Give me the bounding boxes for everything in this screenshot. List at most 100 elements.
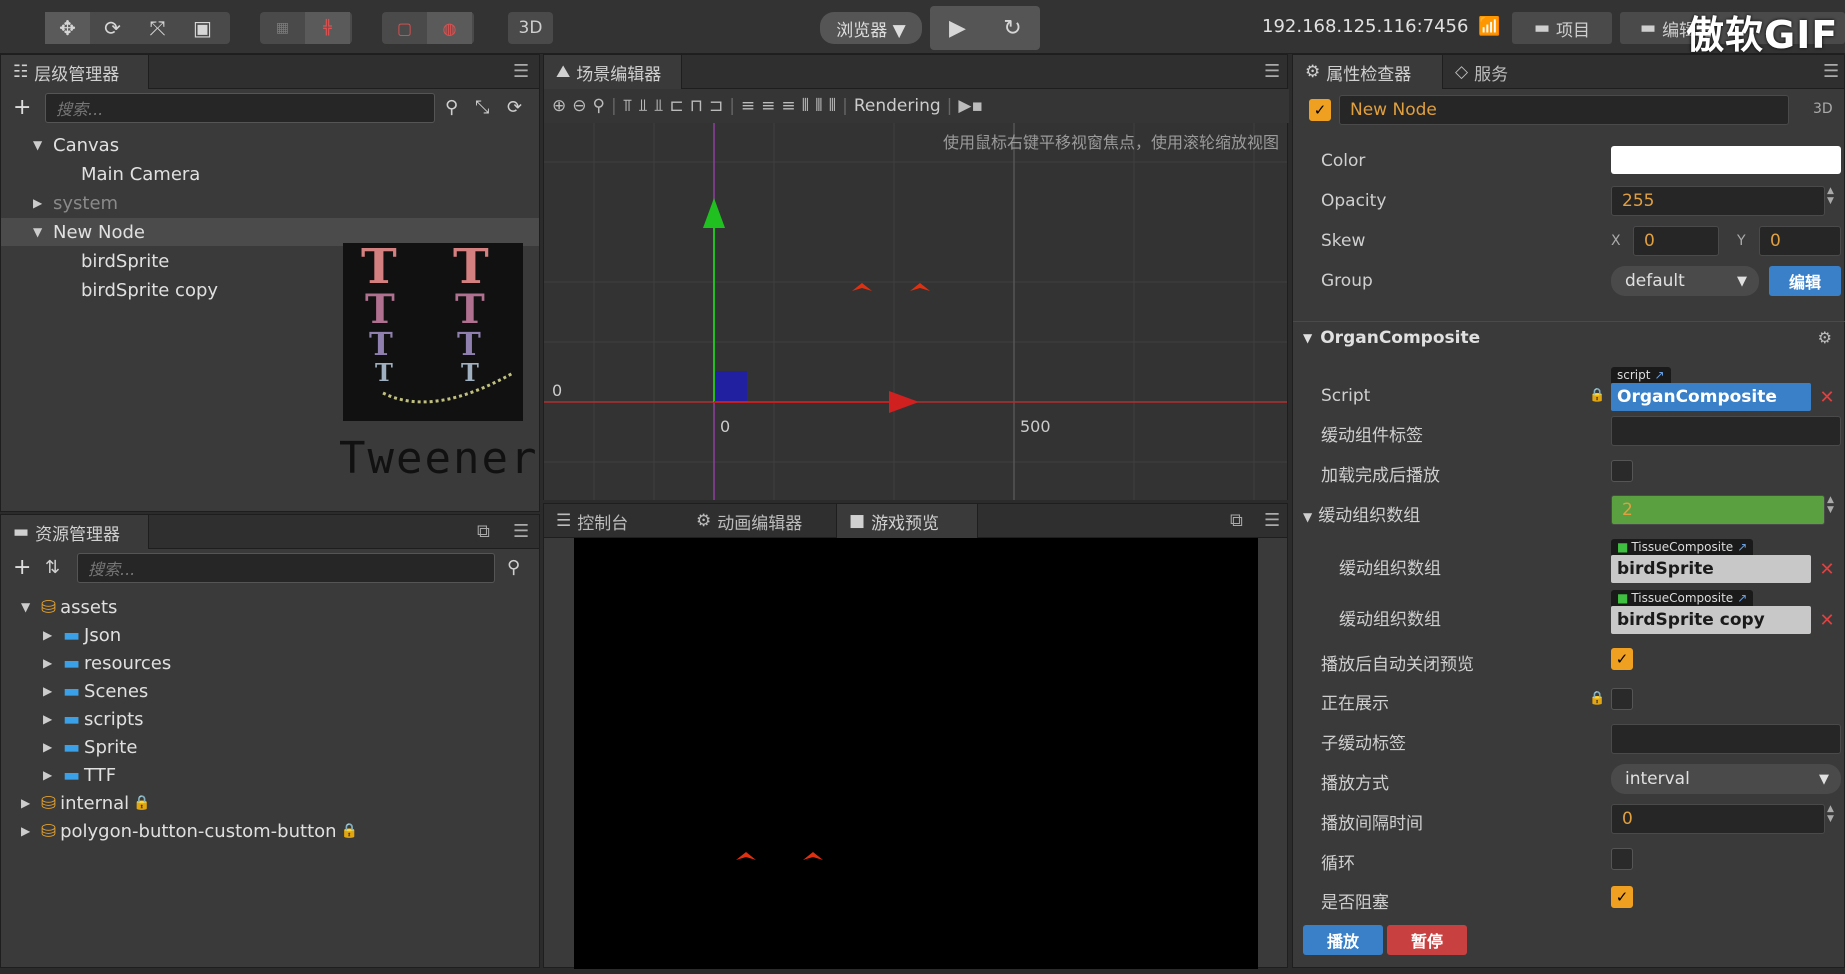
tissue-item-2-field[interactable]: birdSprite copy (1611, 606, 1811, 634)
menu-icon[interactable]: ☰ (1823, 61, 1839, 82)
refresh-button[interactable]: ↻ (985, 6, 1040, 50)
asset-item-ttf[interactable]: ▶ ▬ TTF (43, 761, 116, 789)
play-button[interactable]: ▶ (930, 6, 985, 50)
expand-arrow-icon[interactable]: ▶ (43, 628, 63, 642)
interval-stepper-icon[interactable]: ▲ ▼ (1827, 804, 1841, 834)
tab-inspector[interactable]: ⚙ 属性检查器 (1293, 55, 1443, 89)
tree-node-canvas[interactable]: ▼ Canvas (33, 131, 119, 159)
expand-arrow-icon[interactable]: ▶ (43, 684, 63, 698)
node-active-checkbox[interactable]: ✓ (1309, 99, 1331, 121)
pivot-local-icon[interactable]: ▦ (260, 12, 305, 44)
menu-icon[interactable]: ☰ (513, 521, 529, 542)
asset-item-scenes[interactable]: ▶ ▬ Scenes (43, 677, 148, 705)
distribute-vcenter-icon[interactable]: ≡ (761, 96, 775, 116)
skew-y-input[interactable]: 0 (1759, 226, 1841, 256)
asset-item-scripts[interactable]: ▶ ▬ scripts (43, 705, 144, 733)
distribute-right-icon[interactable]: ⦀ (829, 96, 836, 116)
component-settings-icon[interactable]: ⚙ (1818, 328, 1832, 347)
zoom-out-icon[interactable]: ⊖ (572, 96, 586, 116)
expand-arrow-icon[interactable]: ▶ (21, 796, 41, 810)
distribute-hcenter-icon[interactable]: ⦀ (815, 96, 822, 116)
toggle-3d-button[interactable]: 3D (508, 12, 553, 44)
tissue-count-stepper-icon[interactable]: ▲ ▼ (1827, 495, 1841, 525)
refresh-icon[interactable]: ⟳ (507, 97, 522, 118)
menu-icon[interactable]: ☰ (513, 61, 529, 82)
align-vcenter-icon[interactable]: ⫫ (638, 96, 648, 116)
component-header[interactable]: ▼ OrganComposite ⚙ (1293, 321, 1845, 353)
global-space-icon[interactable]: ◍ (427, 12, 472, 44)
asset-item-sprite[interactable]: ▶ ▬ Sprite (43, 733, 137, 761)
distribute-bottom-icon[interactable]: ≡ (781, 96, 795, 116)
tree-node-system[interactable]: ▶ system (33, 189, 118, 217)
child-tag-input[interactable] (1611, 724, 1841, 754)
align-top-icon[interactable]: ⫪ (623, 96, 633, 116)
play-tween-button[interactable]: 播放 (1303, 925, 1383, 955)
preview-platform-select[interactable]: 浏览器 ▼ (820, 12, 922, 44)
expand-arrow-icon[interactable]: ▼ (33, 225, 53, 239)
opacity-input[interactable]: 255 (1611, 186, 1825, 216)
group-select[interactable]: default ▼ (1611, 266, 1759, 296)
tab-animation-editor[interactable]: ⚙ 动画编辑器 (684, 504, 824, 538)
menu-icon[interactable]: ☰ (1264, 510, 1280, 531)
tab-console[interactable]: ☰ 控制台 (544, 504, 666, 538)
rendering-select[interactable]: Rendering (854, 96, 941, 116)
camera-icon[interactable]: ▶▪ (958, 96, 983, 116)
search-icon[interactable]: ⚲ (507, 557, 520, 578)
add-node-icon[interactable]: + (13, 95, 31, 120)
group-edit-button[interactable]: 编辑 (1769, 266, 1841, 296)
asset-item-internal[interactable]: ▶ ⛁ internal 🔒 (21, 789, 151, 817)
move-tool-icon[interactable]: ✥ (45, 12, 90, 44)
zoom-reset-icon[interactable]: ⚲ (593, 96, 605, 116)
play-mode-select[interactable]: interval ▼ (1611, 764, 1841, 794)
asset-item-resources[interactable]: ▶ ▬ resources (43, 649, 171, 677)
hierarchy-search-input[interactable]: 搜索... (45, 93, 435, 123)
pause-tween-button[interactable]: 暂停 (1387, 925, 1467, 955)
play-interval-input[interactable]: 0 (1611, 804, 1825, 834)
zoom-in-icon[interactable]: ⊕ (552, 96, 566, 116)
local-space-icon[interactable]: ▢ (382, 12, 427, 44)
tissue-array-header[interactable]: ▼ 缓动组织数组 (1303, 501, 1420, 526)
sort-icon[interactable]: ⇅ (45, 557, 60, 578)
expand-arrow-icon[interactable]: ▼ (33, 138, 53, 152)
loop-checkbox[interactable] (1611, 848, 1633, 870)
collapse-icon[interactable]: ⤡ (475, 97, 489, 118)
asset-item-assets[interactable]: ▼ ⛁ assets (21, 593, 117, 621)
color-picker[interactable] (1611, 146, 1841, 174)
tree-node-new-node[interactable]: ▼ New Node (1, 218, 539, 246)
expand-arrow-icon[interactable]: ▶ (43, 768, 63, 782)
tree-node-birdsprite-copy[interactable]: birdSprite copy (81, 276, 218, 304)
tween-tag-input[interactable] (1611, 416, 1841, 446)
open-project-button[interactable]: ▬ 项目 (1512, 12, 1612, 44)
expand-arrow-icon[interactable]: ▼ (21, 600, 41, 614)
remove-tissue-2-icon[interactable]: ✕ (1815, 605, 1839, 635)
game-view[interactable] (574, 538, 1258, 969)
auto-close-checkbox[interactable]: ✓ (1611, 648, 1633, 670)
remove-script-icon[interactable]: ✕ (1815, 382, 1839, 412)
popout-icon[interactable]: ⧉ (1230, 510, 1243, 531)
distribute-left-icon[interactable]: ⦀ (802, 96, 809, 116)
rotate-tool-icon[interactable]: ⟳ (90, 12, 135, 44)
collapse-arrow-icon[interactable]: ▼ (1303, 510, 1312, 524)
collapse-arrow-icon[interactable]: ▼ (1303, 331, 1312, 345)
pivot-center-icon[interactable]: ╬ (305, 12, 350, 44)
tree-node-main-camera[interactable]: Main Camera (81, 160, 200, 188)
expand-arrow-icon[interactable]: ▶ (43, 740, 63, 754)
tissue-item-1-field[interactable]: birdSprite (1611, 555, 1811, 583)
tab-game-preview[interactable]: ■ 游戏预览 (836, 504, 978, 538)
asset-item-json[interactable]: ▶ ▬ Json (43, 621, 121, 649)
showing-checkbox[interactable] (1611, 688, 1633, 710)
expand-arrow-icon[interactable]: ▶ (21, 824, 41, 838)
expand-arrow-icon[interactable]: ▶ (43, 712, 63, 726)
remove-tissue-1-icon[interactable]: ✕ (1815, 554, 1839, 584)
assets-search-input[interactable]: 搜索... (77, 553, 495, 583)
search-icon[interactable]: ⚲ (445, 97, 458, 118)
add-asset-icon[interactable]: + (13, 555, 31, 580)
ip-address[interactable]: 192.168.125.116:7456 (1262, 16, 1468, 37)
align-bottom-icon[interactable]: ⫫ (654, 96, 664, 116)
scene-canvas[interactable]: 使用鼠标右键平移视窗焦点，使用滚轮缩放视图 0 0 500 (544, 123, 1287, 500)
rect-tool-icon[interactable]: ▣ (180, 12, 225, 44)
align-left-icon[interactable]: ⊏ (669, 96, 683, 116)
menu-icon[interactable]: ☰ (1264, 61, 1280, 82)
distribute-top-icon[interactable]: ≡ (741, 96, 755, 116)
script-field[interactable]: OrganComposite (1611, 383, 1811, 411)
